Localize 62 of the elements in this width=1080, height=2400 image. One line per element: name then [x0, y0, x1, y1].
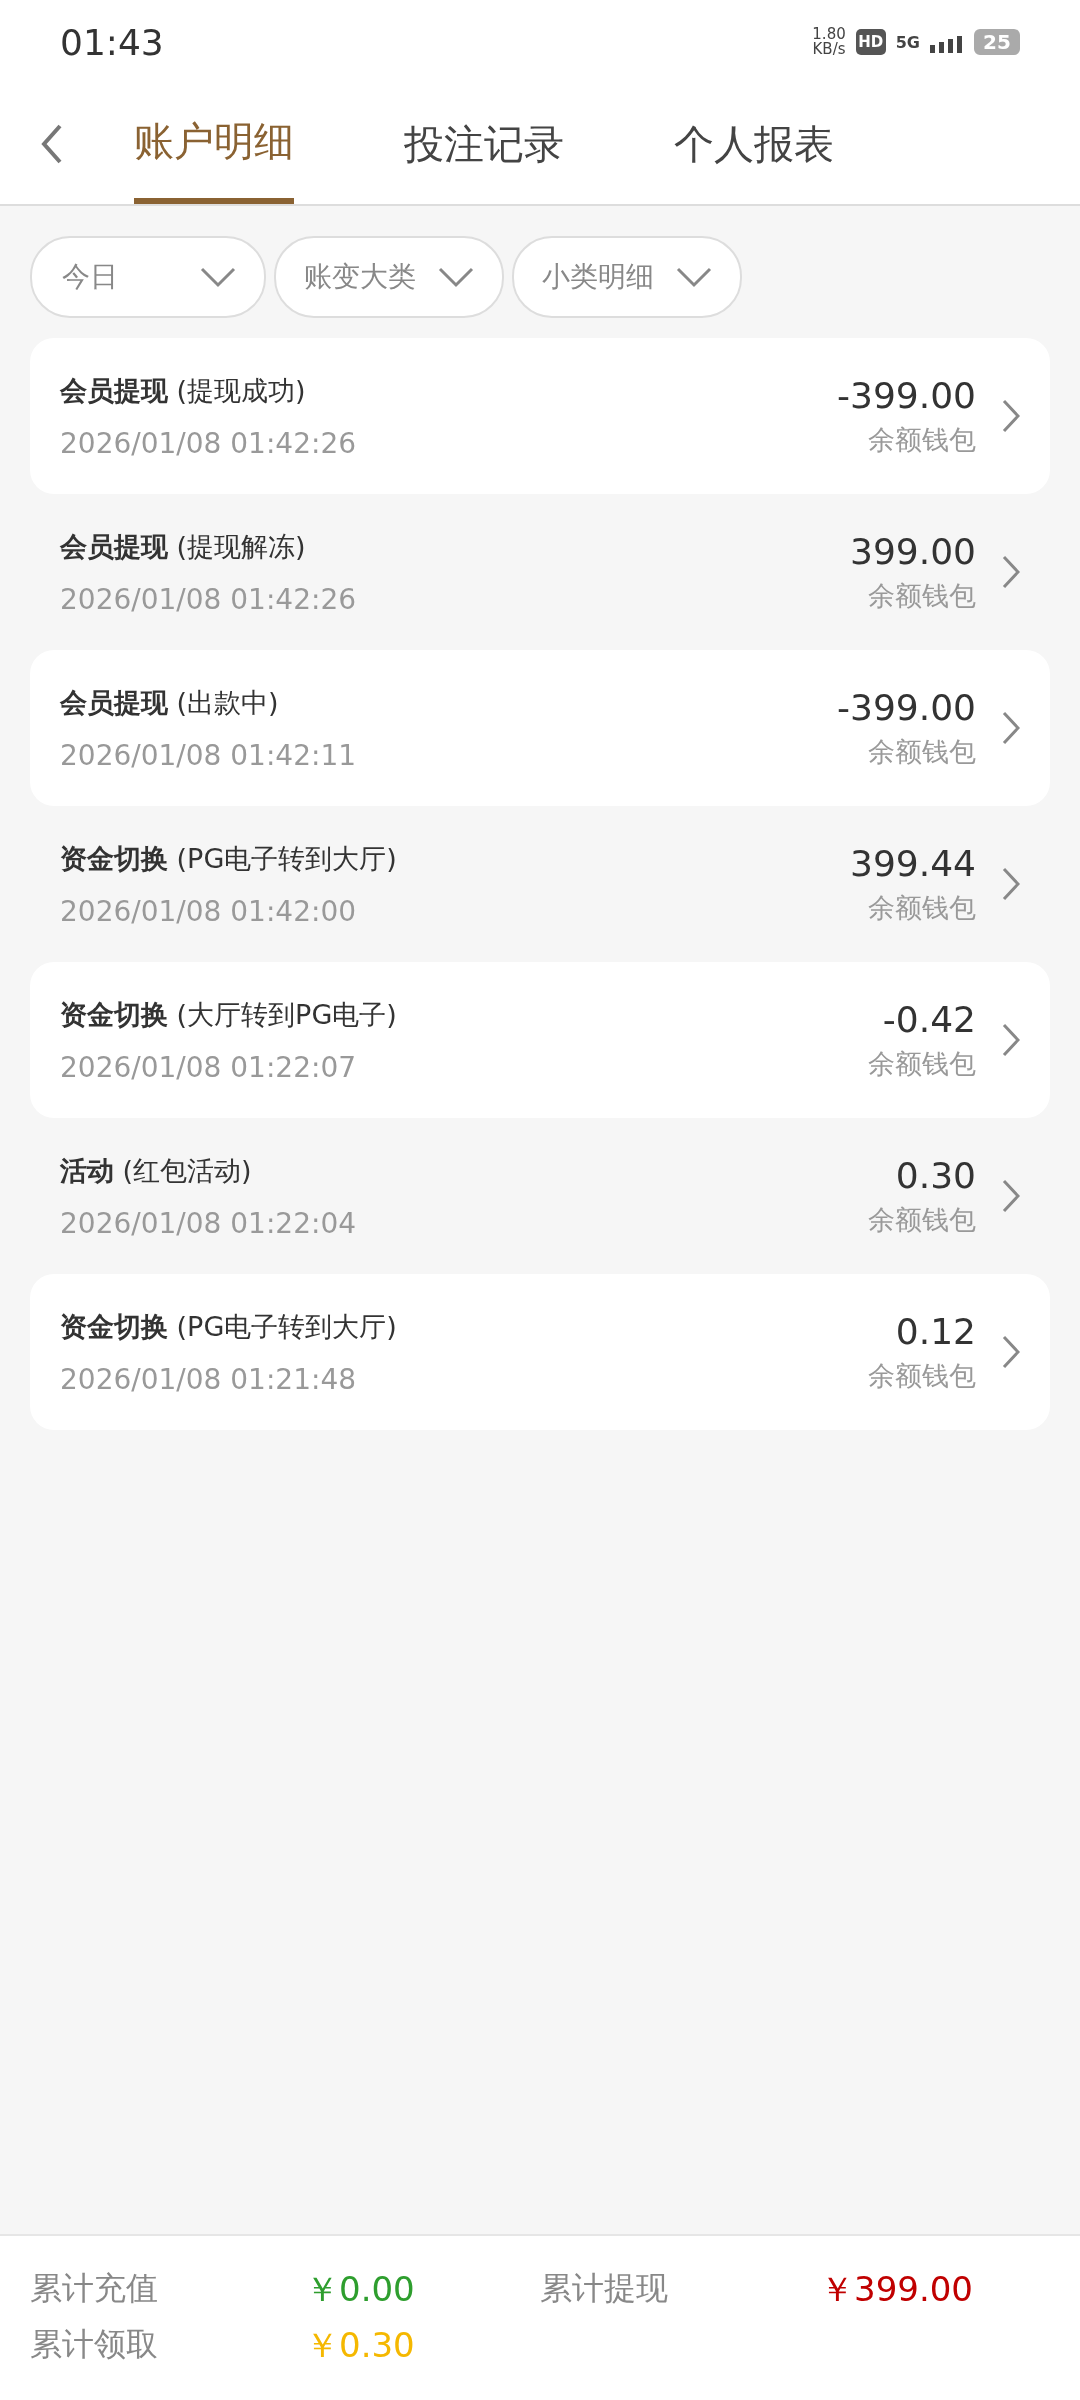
- tab[interactable]: 个人报表: [674, 84, 834, 204]
- record-amount: -399.00: [837, 686, 976, 728]
- network-type: 5G: [895, 32, 920, 52]
- record-amount: 399.44: [850, 842, 976, 884]
- wallet-label: 余额钱包: [868, 1202, 976, 1237]
- chevron-right-icon: [1002, 555, 1020, 589]
- filter-dropdown[interactable]: 今日: [30, 236, 266, 318]
- summary-value: ￥399.00: [820, 2268, 974, 2311]
- chevron-right-icon: [1002, 1023, 1020, 1057]
- record-title: 资金切换 (PG电子转到大厅): [60, 1309, 398, 1344]
- record-title: 资金切换 (PG电子转到大厅): [60, 841, 398, 876]
- wallet-label: 余额钱包: [868, 890, 976, 925]
- summary-value: ￥0.00: [305, 2268, 416, 2311]
- record-time: 2026/01/08 01:42:26: [60, 582, 358, 616]
- record-title: 会员提现 (出款中): [60, 685, 280, 720]
- record-time: 2026/01/08 01:42:11: [60, 738, 358, 772]
- wallet-label: 余额钱包: [868, 578, 976, 613]
- record-amount: -0.42: [882, 998, 976, 1040]
- filter-dropdown[interactable]: 小类明细: [512, 236, 742, 318]
- record-amount: 0.12: [895, 1310, 976, 1352]
- summary-value: ￥0.30: [305, 2324, 416, 2367]
- status-time: 01:43: [60, 21, 164, 63]
- record-title: 会员提现 (提现解冻): [60, 529, 307, 564]
- wallet-label: 余额钱包: [868, 1046, 976, 1081]
- record-amount: 399.00: [850, 530, 976, 572]
- record-title: 活动 (红包活动): [60, 1153, 253, 1188]
- chevron-down-icon: [438, 266, 474, 288]
- network-speed: 1.80 KB/s: [812, 27, 846, 57]
- record-time: 2026/01/08 01:42:00: [60, 894, 358, 928]
- chevron-right-icon: [1002, 399, 1020, 433]
- chevron-down-icon: [200, 266, 236, 288]
- tab[interactable]: 账户明细: [134, 84, 294, 204]
- chevron-right-icon: [1002, 867, 1020, 901]
- filter-dropdown[interactable]: 账变大类: [274, 236, 504, 318]
- record-row[interactable]: 资金切换 (大厅转到PG电子) 2026/01/08 01:22:07 -0.42 余额钱包: [30, 962, 1050, 1118]
- hd-icon: HD: [855, 29, 886, 55]
- record-time: 2026/01/08 01:22:04: [60, 1206, 358, 1240]
- record-row[interactable]: 会员提现 (出款中) 2026/01/08 01:42:11 -399.00 余额钱包: [30, 650, 1050, 806]
- record-time: 2026/01/08 01:22:07: [60, 1050, 358, 1084]
- summary-label: 累计领取: [30, 2324, 159, 2365]
- record-row[interactable]: 会员提现 (提现解冻) 2026/01/08 01:42:26 399.00 余额钱包: [30, 494, 1050, 650]
- record-row[interactable]: 活动 (红包活动) 2026/01/08 01:22:04 0.30 余额钱包: [30, 1118, 1050, 1274]
- wallet-label: 余额钱包: [868, 422, 976, 457]
- record-amount: -399.00: [837, 374, 976, 416]
- wallet-label: 余额钱包: [868, 1358, 976, 1393]
- chevron-right-icon: [1002, 1335, 1020, 1369]
- summary-label: 累计提现: [540, 2268, 669, 2309]
- chevron-right-icon: [1002, 711, 1020, 745]
- chevron-right-icon: [1002, 1179, 1020, 1213]
- record-title: 会员提现 (提现成功): [60, 373, 307, 408]
- record-row[interactable]: 资金切换 (PG电子转到大厅) 2026/01/08 01:42:00 399.44 余额钱包: [30, 806, 1050, 962]
- chevron-down-icon: [676, 266, 712, 288]
- record-title: 资金切换 (大厅转到PG电子): [60, 997, 398, 1032]
- record-row[interactable]: 资金切换 (PG电子转到大厅) 2026/01/08 01:21:48 0.12 余额钱包: [30, 1274, 1050, 1430]
- record-time: 2026/01/08 01:42:26: [60, 426, 358, 460]
- wallet-label: 余额钱包: [868, 734, 976, 769]
- battery-level: 25: [974, 29, 1020, 55]
- record-time: 2026/01/08 01:21:48: [60, 1362, 358, 1396]
- summary-label: 累计充值: [30, 2268, 159, 2309]
- tab[interactable]: 投注记录: [404, 84, 564, 204]
- record-amount: 0.30: [895, 1154, 976, 1196]
- record-row[interactable]: 会员提现 (提现成功) 2026/01/08 01:42:26 -399.00 余额钱包: [30, 338, 1050, 494]
